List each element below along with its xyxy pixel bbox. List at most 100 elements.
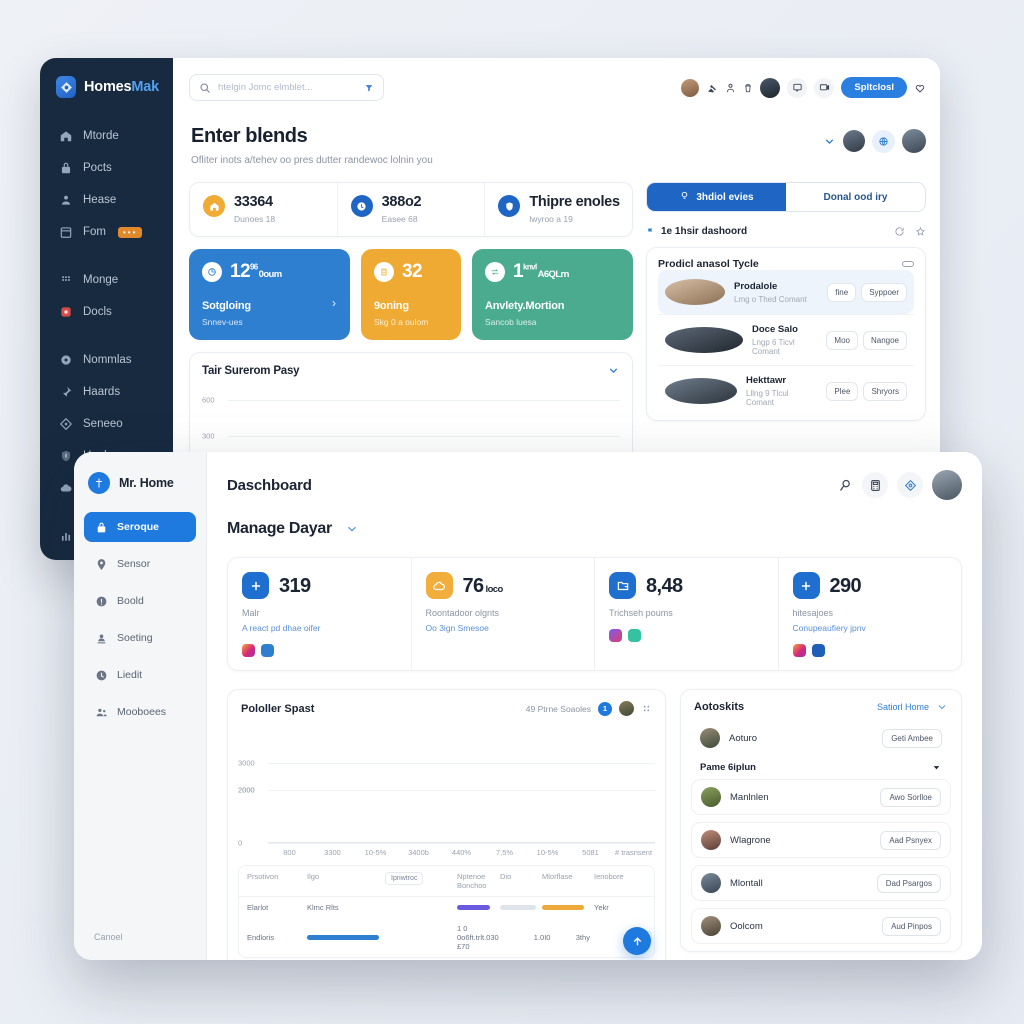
person-icon[interactable]	[725, 82, 736, 94]
list-item[interactable]: Prodalole Lmg o Thed Comant fine Syppoer	[658, 270, 914, 314]
modal-nav-item-sensor[interactable]: Sensor	[84, 549, 196, 579]
trash-icon[interactable]	[743, 82, 753, 94]
kpi-card[interactable]: 76 loco Roontadoor olgnts Oo 3ign Smesoe	[412, 558, 595, 670]
stat-card[interactable]: Thipre enoles lwyroo a 19	[485, 183, 632, 236]
avatar[interactable]	[619, 701, 634, 716]
calculator-icon[interactable]	[862, 472, 888, 498]
activity-row[interactable]: Oolcom Aud Pinpos	[691, 908, 951, 944]
activities-link[interactable]: Satiorl Home	[877, 702, 929, 712]
back-right-column: 3hdiol evies Donal ood iry 1e 1hsir dash…	[646, 182, 926, 474]
list-action-button[interactable]: Shryors	[863, 381, 907, 401]
instagram-icon[interactable]	[792, 644, 806, 657]
tile-card[interactable]: 32 9oning Skg 0 a oulom	[360, 249, 462, 341]
sidebar-item-haards[interactable]: Haards	[40, 376, 173, 408]
modal-nav-item-seroque[interactable]: Seroque	[84, 512, 196, 542]
sidebar-item-fom[interactable]: Fom •••	[40, 216, 173, 248]
avatar[interactable]	[932, 470, 962, 500]
stat-card[interactable]: 33364 Dunoes 18	[190, 183, 338, 237]
avatar[interactable]	[902, 129, 926, 153]
cell: Elarlot	[247, 903, 269, 912]
list-action-button[interactable]: Nangoe	[862, 330, 907, 350]
tile-card[interactable]: 1knvlA6QLrn Anvlety.Mortion Sancob luesa	[472, 249, 633, 341]
activity-action-button[interactable]: Geti Ambee	[882, 728, 942, 748]
grid-dots-icon[interactable]	[641, 703, 652, 714]
activity-action-button[interactable]: Awo Sorlloe	[880, 787, 941, 807]
page-subtitle: Ofliter inots a/tehev oo pres dutter ran…	[191, 155, 433, 166]
sidebar-item-nommlas[interactable]: Nommlas	[40, 344, 173, 376]
sidebar-item-monge[interactable]: Monge	[40, 264, 173, 296]
y-axis-tick: 600	[202, 395, 215, 404]
kpi-app-icons	[609, 629, 766, 642]
avatar[interactable]	[760, 77, 781, 98]
activity-action-button[interactable]: Dad Psargos	[876, 873, 941, 893]
activity-row[interactable]: Wlagrone Aad Psnyex	[691, 822, 951, 858]
activity-action-button[interactable]: Aad Psnyex	[880, 830, 941, 850]
play-icon[interactable]	[814, 77, 835, 98]
kpi-link[interactable]: Conupeaufiery jpnv	[793, 623, 950, 633]
modal-nav-item-boold[interactable]: Boold	[84, 586, 196, 616]
kpi-card[interactable]: 290 hitesajoes Conupeaufiery jpnv	[779, 558, 962, 670]
link-icon[interactable]	[902, 260, 914, 268]
list-item[interactable]: Doce Salo Lngp 6 Ticvl Comant Moo Nangoe	[658, 314, 914, 365]
avatar	[700, 728, 720, 748]
star-icon[interactable]	[915, 226, 926, 237]
activity-action-button[interactable]: Aud Pinpos	[882, 916, 941, 936]
col-header: Dio	[500, 872, 512, 881]
primary-action-button[interactable]: Spltclosl	[841, 77, 907, 98]
list-item[interactable]: Hekttawr Lllng 9 Tlcul Comant Plee Shryo…	[658, 365, 914, 416]
tools-icon[interactable]	[706, 82, 718, 94]
chevron-down-icon[interactable]	[607, 364, 620, 377]
cloud-icon	[425, 572, 453, 599]
list-action-button[interactable]: Syppoer	[861, 282, 907, 302]
modal-nav-item-soeting[interactable]: Soeting	[84, 623, 196, 653]
activity-row[interactable]: Mlontall Dad Psargos	[691, 865, 951, 901]
activity-row[interactable]: Manlnlen Awo Sorlloe	[691, 779, 951, 815]
chevron-right-icon[interactable]: ›	[332, 296, 336, 310]
diamond-icon[interactable]	[897, 472, 923, 498]
sidebar-item-pocts[interactable]: Pocts	[40, 152, 173, 184]
filter-icon[interactable]	[364, 83, 374, 93]
activity-row[interactable]: Aoturo Geti Ambee	[691, 721, 951, 755]
avatar[interactable]	[681, 78, 700, 97]
grid-app-icon[interactable]	[811, 644, 825, 657]
sidebar-item-seneeo[interactable]: Seneeo	[40, 408, 173, 440]
kpi-link[interactable]: A react pd dhae oifer	[242, 623, 399, 633]
activity-group-header[interactable]: Pame 6ipIun	[681, 755, 961, 779]
list-action-button[interactable]: Moo	[826, 330, 858, 350]
cancel-button[interactable]: Canoel	[94, 932, 123, 942]
sidebar-item-mtorde[interactable]: Mtorde	[40, 120, 173, 152]
search-icon[interactable]	[838, 478, 853, 493]
x-axis-tick: 10-5%	[536, 848, 559, 857]
search-input[interactable]: htelgin Jomc elmblet...	[189, 74, 384, 101]
swoosh-icon[interactable]	[628, 629, 641, 642]
home-icon	[203, 195, 225, 217]
stat-card[interactable]: 388o2 Easee 68	[338, 183, 486, 237]
list-action-button[interactable]: fine	[827, 282, 857, 302]
back-chart-header: Tair Surerom Pasy	[202, 364, 620, 377]
kpi-card[interactable]: 319 Malr A react pd dhae oifer	[228, 558, 412, 670]
tab-donal-ood-iry[interactable]: Donal ood iry	[786, 183, 925, 211]
refresh-icon[interactable]	[894, 226, 905, 237]
list-item-meta: Hekttawr Lllng 9 Tlcul Comant	[746, 375, 817, 407]
kpi-link[interactable]: Oo 3ign Smesoe	[426, 623, 583, 633]
globe-icon[interactable]	[872, 129, 895, 153]
figma-icon[interactable]	[609, 629, 622, 642]
instagram-icon[interactable]	[242, 644, 255, 657]
heart-icon[interactable]	[914, 82, 926, 94]
image-icon[interactable]	[261, 644, 274, 657]
arrow-up-fab-button[interactable]	[623, 927, 651, 955]
tile-card[interactable]: 12960oum Sotgloing Snnev-ues ›	[189, 249, 350, 341]
chat-icon[interactable]	[787, 77, 808, 98]
chevron-down-icon[interactable]	[823, 135, 836, 148]
modal-nav-item-liedit[interactable]: Liedit	[84, 660, 196, 690]
chevron-down-icon[interactable]	[345, 522, 359, 536]
modal-nav-item-mooboees[interactable]: Mooboees	[84, 697, 196, 727]
chevron-down-icon[interactable]	[931, 762, 942, 773]
chevron-down-icon[interactable]	[936, 701, 948, 713]
sidebar-item-docls[interactable]: Docls	[40, 296, 173, 328]
list-action-button[interactable]: Plee	[826, 381, 859, 401]
tab-shdiol-evies[interactable]: 3hdiol evies	[647, 183, 786, 211]
avatar[interactable]	[843, 130, 865, 152]
kpi-card[interactable]: 8,48 Trichseh poums	[595, 558, 779, 670]
sidebar-item-hease[interactable]: Hease	[40, 184, 173, 216]
